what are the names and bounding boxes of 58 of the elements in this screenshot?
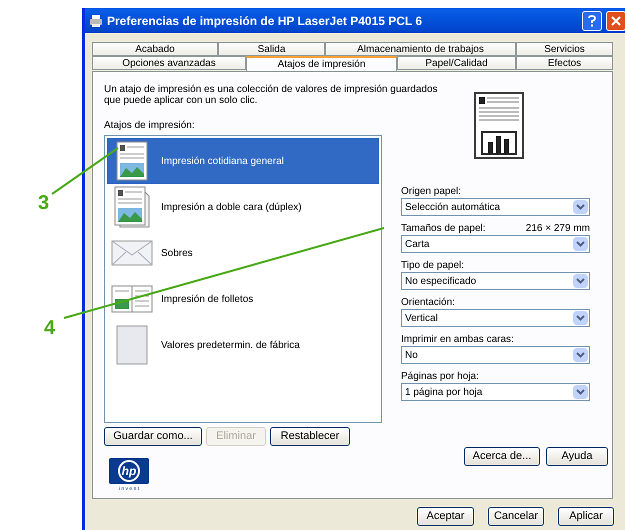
button[interactable]: Cancelar — [488, 507, 544, 526]
setting-label: Páginas por hoja: — [401, 370, 479, 383]
help-button[interactable] — [582, 10, 602, 30]
callout-number: 4 — [44, 316, 56, 341]
dropdown-arrow-icon[interactable] — [573, 200, 588, 214]
dropdown-field[interactable]: Vertical — [401, 309, 590, 327]
dropdown-arrow-icon[interactable] — [573, 348, 588, 362]
page-preview-icon — [474, 92, 524, 159]
duplex-document-icon — [114, 186, 150, 228]
dropdown-arrow-icon[interactable] — [573, 311, 588, 325]
tab[interactable]: Salida — [218, 42, 325, 56]
tab[interactable]: Efectos — [516, 56, 613, 70]
dropdown-field[interactable]: No — [401, 346, 590, 364]
setting-label: Imprimir en ambas caras: — [401, 333, 514, 346]
envelope-icon — [111, 240, 153, 266]
shortcut-label: Sobres — [161, 246, 193, 260]
tab[interactable]: Opciones avanzadas — [92, 56, 246, 70]
dropdown-field[interactable]: 1 página por hoja — [401, 383, 590, 401]
hp-logo: hp — [109, 458, 149, 484]
booklet-icon — [111, 285, 153, 313]
setting-label: Tamaños de papel: — [401, 222, 486, 235]
shortcut-label: Impresión cotidiana general — [161, 154, 284, 168]
dropdown-field[interactable]: Selección automática — [401, 198, 590, 216]
dropdown-field[interactable]: Carta — [401, 235, 590, 253]
description-text: Un atajo de impresión es una colección de valores de impresión guardados que puede aplicar con un solo clic. — [104, 84, 439, 106]
printer-icon — [89, 14, 103, 28]
setting-label: Tipo de papel: — [401, 259, 464, 272]
button[interactable]: Restablecer — [270, 427, 350, 446]
setting-label: Origen papel: — [401, 185, 462, 198]
button[interactable]: Aplicar — [558, 507, 614, 526]
dropdown-field[interactable]: No especificado — [401, 272, 590, 290]
tab[interactable]: Atajos de impresión — [246, 56, 397, 71]
button[interactable]: Acerca de... — [464, 447, 540, 466]
shortcut-label: Valores predetermin. de fábrica — [161, 338, 300, 352]
callout-number: 3 — [38, 191, 50, 216]
shortcuts-label: Atajos de impresión: — [104, 119, 196, 133]
tab[interactable]: Almacenamiento de trabajos — [325, 42, 516, 56]
close-icon — [611, 16, 621, 26]
setting-label: Orientación: — [401, 296, 455, 309]
tab[interactable]: Acabado — [92, 42, 218, 56]
help-icon — [588, 14, 596, 26]
button[interactable]: Aceptar — [417, 507, 474, 526]
leader-line — [51, 147, 119, 195]
close-button[interactable] — [606, 10, 625, 30]
tab[interactable]: Servicios — [516, 42, 613, 56]
shortcut-label: Impresión de folletos — [161, 292, 254, 306]
dropdown-arrow-icon[interactable] — [573, 385, 588, 399]
tab[interactable]: Papel/Calidad — [397, 56, 516, 70]
document-icon — [116, 141, 148, 181]
dropdown-arrow-icon[interactable] — [573, 274, 588, 288]
button[interactable]: Ayuda — [546, 447, 608, 466]
window-title: Preferencias de impresión de HP LaserJet P4015 PCL 6 — [107, 12, 424, 30]
dropdown-arrow-icon[interactable] — [573, 237, 588, 251]
shortcut-label: Impresión a doble cara (dúplex) — [161, 200, 302, 214]
shortcut-item[interactable]: Impresión cotidiana general — [107, 138, 379, 184]
button[interactable]: Guardar como... — [104, 427, 202, 446]
paper-size-text: 216 × 279 mm — [526, 222, 590, 235]
blank-page-icon — [116, 325, 148, 365]
